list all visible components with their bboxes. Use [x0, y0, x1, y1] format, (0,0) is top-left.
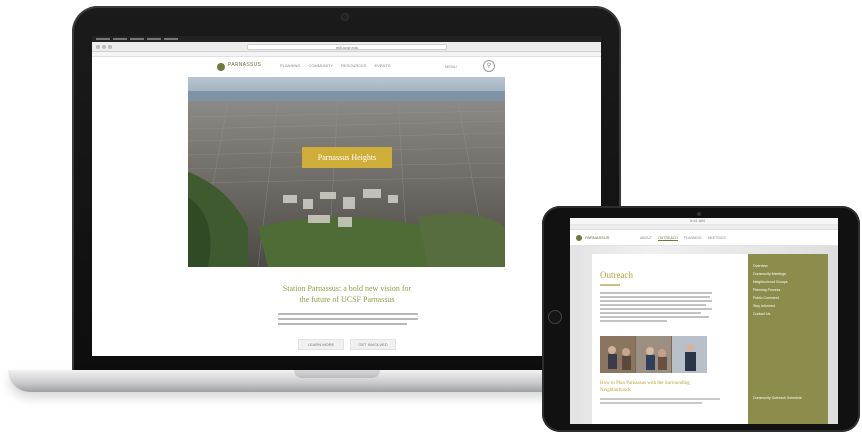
laptop-lid: mill.ucsf.edu PARNASSUS PLANNING COMMUNI… — [72, 6, 621, 376]
sidebar-item-planning-process[interactable]: Planning Process — [753, 288, 787, 292]
tab-about[interactable]: ABOUT — [640, 236, 652, 241]
page-title: Outreach — [600, 270, 633, 280]
tab-outreach[interactable]: OUTREACH — [658, 236, 678, 241]
sidebar-item-contact-us[interactable]: Contact Us — [753, 312, 787, 316]
status-time: 9:41 AM — [690, 218, 705, 223]
nav-item-planning[interactable]: PLANNING — [280, 63, 300, 68]
address-bar[interactable]: mill.ucsf.edu — [247, 44, 447, 50]
window-controls[interactable] — [96, 45, 112, 49]
section-heading: How to Plan Parnassus with the Surroundi… — [600, 381, 690, 393]
section-body-text — [600, 398, 720, 406]
hero-badge: Parnassus Heights — [302, 147, 392, 168]
tablet-logo-text[interactable]: PARNASSUS — [585, 235, 609, 240]
title-underline — [600, 284, 620, 286]
tablet-screen: 9:41 AM PARNASSUS ABOUT OUTREACH PLANNIN… — [570, 218, 838, 424]
nav-item-community[interactable]: COMMUNITY — [308, 63, 333, 68]
intro-paragraph — [278, 313, 418, 328]
sidebar: Overview Community Meetings Neighborhood… — [748, 254, 828, 424]
tablet-camera-icon — [697, 212, 701, 216]
home-button[interactable] — [548, 310, 562, 324]
tablet-device: 9:41 AM PARNASSUS ABOUT OUTREACH PLANNIN… — [542, 206, 860, 432]
learn-more-button[interactable]: LEARN MORE — [298, 339, 344, 350]
nav-item-resources[interactable]: RESOURCES — [341, 63, 366, 68]
search-icon[interactable]: ⚲ — [483, 60, 495, 72]
tab-planning[interactable]: PLANNING — [684, 236, 702, 241]
get-involved-button[interactable]: GET INVOLVED — [350, 339, 396, 350]
tablet-site-header: PARNASSUS ABOUT OUTREACH PLANNING MEETIN… — [570, 230, 838, 246]
sidebar-item-community-meetings[interactable]: Community Meetings — [753, 272, 787, 276]
tablet-nav: ABOUT OUTREACH PLANNING MEETINGS — [640, 236, 726, 241]
sidebar-item-public-comment[interactable]: Public Comment — [753, 296, 787, 300]
hero-image: Parnassus Heights — [188, 77, 505, 267]
site-logo-text[interactable]: PARNASSUS — [228, 62, 261, 68]
main-nav: PLANNING COMMUNITY RESOURCES EVENTS — [280, 63, 390, 68]
headline-line-1: Station Parnassus: a bold new vision for — [282, 284, 412, 293]
sidebar-item-overview[interactable]: Overview — [753, 264, 787, 268]
sidebar-item-stay-informed[interactable]: Stay Informed — [753, 304, 787, 308]
nav-item-events[interactable]: EVENTS — [374, 63, 390, 68]
sidebar-list: Overview Community Meetings Neighborhood… — [753, 264, 787, 320]
laptop-notch — [294, 370, 380, 378]
body-text — [600, 292, 712, 324]
sidebar-footer[interactable]: Community Outreach Schedule — [753, 396, 802, 400]
content-card: Outreach How to Plan Parnassus with the … — [592, 254, 752, 424]
headline-line-2: the future of UCSF Parnassus — [299, 295, 395, 304]
tab-meetings[interactable]: MEETINGS — [708, 236, 726, 241]
aerial-city-image — [188, 77, 505, 267]
camera-icon — [342, 14, 348, 20]
menu-button[interactable]: MENU — [445, 64, 457, 69]
logo-icon[interactable] — [217, 63, 225, 71]
tablet-logo-icon[interactable] — [576, 235, 582, 241]
laptop-screen: mill.ucsf.edu PARNASSUS PLANNING COMMUNI… — [92, 36, 601, 356]
page-headline: Station Parnassus: a bold new vision for… — [242, 283, 452, 305]
meeting-photo — [600, 336, 707, 373]
site-header: PARNASSUS PLANNING COMMUNITY RESOURCES E… — [92, 57, 601, 77]
sidebar-item-neighborhood-groups[interactable]: Neighborhood Groups — [753, 280, 787, 284]
tablet-status-bar: 9:41 AM — [570, 218, 838, 225]
browser-toolbar: mill.ucsf.edu — [92, 42, 601, 52]
